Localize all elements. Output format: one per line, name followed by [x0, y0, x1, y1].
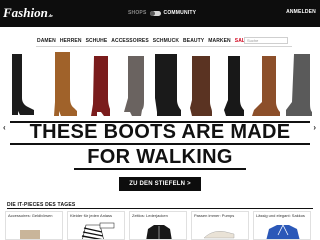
boot-image: [54, 52, 77, 116]
boots-banner-image[interactable]: [0, 50, 320, 118]
login-link[interactable]: ANMELDEN: [286, 9, 316, 15]
section-divider: [7, 208, 313, 209]
nav-item-schmuck[interactable]: SCHMUCK: [153, 38, 179, 44]
logo[interactable]: Fashion.de: [3, 3, 53, 23]
leather-jacket-image: [146, 225, 172, 239]
headline-line-2: FOR WALKING: [87, 146, 233, 168]
headline-middle-rule: [10, 143, 310, 145]
main-nav: DAMEN HERREN SCHUHE ACCESSOIRES SCHMUCK …: [37, 37, 249, 45]
top-bar: Fashion.de SHOPS COMMUNITY ANMELDEN: [0, 0, 320, 27]
logo-text: Fashion: [3, 5, 48, 20]
boot-image: [91, 56, 110, 116]
boot-image: [124, 56, 144, 116]
card-caption: Kleider für jeden Anlass: [70, 213, 113, 218]
card-caption: Passen immer: Pumps: [194, 213, 235, 218]
product-card-blazers[interactable]: Lässig und elegant: Sakkos: [253, 211, 311, 240]
to-boots-button[interactable]: ZU DEN STIEFELN >: [119, 177, 201, 191]
nav-item-accessoires[interactable]: ACCESSOIRES: [111, 38, 149, 44]
shops-label[interactable]: SHOPS: [128, 10, 147, 16]
wallet-image: [20, 230, 40, 239]
switch-knob: [149, 10, 155, 16]
boot-image: [252, 56, 280, 116]
boot-image: [224, 56, 244, 116]
shop-community-switch[interactable]: SHOPS COMMUNITY: [128, 8, 196, 18]
headline-bottom-rule: [74, 168, 246, 170]
nav-divider: [36, 46, 292, 47]
search-input[interactable]: [244, 37, 288, 44]
community-label[interactable]: COMMUNITY: [164, 10, 197, 16]
product-card-pumps[interactable]: Passen immer: Pumps: [191, 211, 249, 240]
product-card-leather-jackets[interactable]: Zeitlos: Lederjacken: [129, 211, 187, 240]
nav-item-marken[interactable]: MARKEN: [208, 38, 231, 44]
pumps-image: [203, 231, 235, 239]
blazer-image: [266, 224, 300, 239]
boot-image: [286, 54, 312, 116]
nav-item-herren[interactable]: HERREN: [60, 38, 82, 44]
card-caption: Zeitlos: Lederjacken: [132, 213, 168, 218]
headline-line-1: THESE BOOTS ARE MADE: [29, 121, 291, 143]
nav-item-beauty[interactable]: BEAUTY: [183, 38, 204, 44]
nav-item-schuhe[interactable]: SCHUHE: [86, 38, 108, 44]
logo-suffix: .de: [47, 13, 53, 18]
product-card-wallets[interactable]: Accessoires: Geldbörsen: [5, 211, 63, 240]
boot-image: [190, 56, 212, 116]
boot-image: [12, 54, 34, 115]
dress-image: [81, 222, 115, 239]
boot-image: [155, 54, 181, 116]
switch-toggle[interactable]: [149, 10, 161, 16]
product-card-dresses[interactable]: Kleider für jeden Anlass: [67, 211, 125, 240]
card-caption: Lässig und elegant: Sakkos: [256, 213, 305, 218]
it-pieces-row: Accessoires: Geldbörsen Kleider für jede…: [5, 211, 315, 240]
card-caption: Accessoires: Geldbörsen: [8, 213, 53, 218]
nav-item-damen[interactable]: DAMEN: [37, 38, 56, 44]
